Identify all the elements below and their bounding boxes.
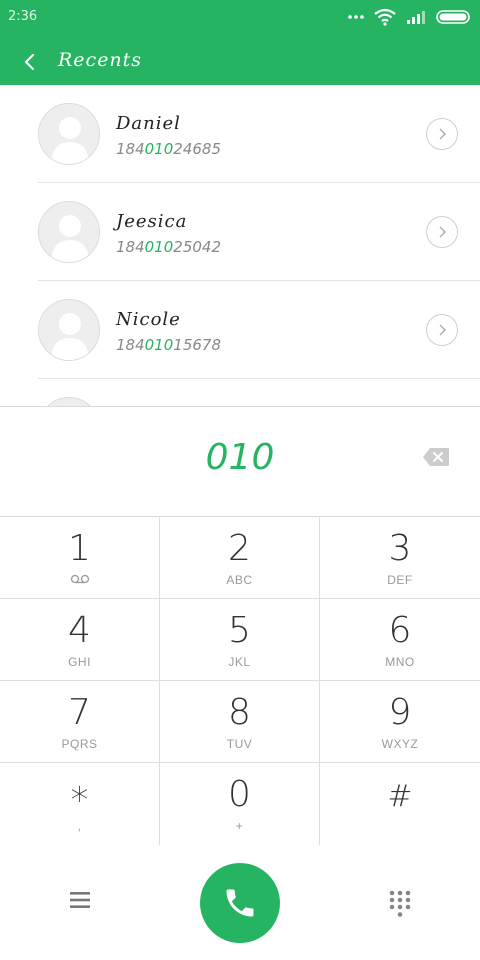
person-icon <box>51 215 89 262</box>
key-hash[interactable]: # <box>320 763 480 845</box>
contact-name: Jeesica <box>116 211 188 232</box>
avatar <box>38 299 100 361</box>
key-digit: 8 <box>228 692 251 733</box>
more-dots-icon <box>348 15 364 19</box>
contact-detail-button[interactable] <box>426 118 458 150</box>
chevron-right-icon <box>439 128 446 140</box>
avatar <box>38 201 100 263</box>
key-digit: 2 <box>228 528 251 569</box>
phone-icon <box>226 889 254 917</box>
key-letters: + <box>235 819 244 833</box>
keypad: 1 2 ABC 3 DEF 4 GHI 5 JKL 6 MNO 7 PQRS 8… <box>0 516 480 846</box>
contact-detail-button[interactable] <box>426 314 458 346</box>
app-header: 2:36 Recents <box>0 0 480 85</box>
contact-detail-button[interactable] <box>426 216 458 248</box>
key-digit: 9 <box>388 692 412 733</box>
key-9[interactable]: 9 WXYZ <box>320 681 480 763</box>
key-letters: TUV <box>226 737 253 751</box>
contact-name: Nicole <box>116 309 181 330</box>
status-bar: 2:36 <box>0 0 480 36</box>
key-digit: 0 <box>228 774 251 815</box>
key-letters: PQRS <box>61 737 98 751</box>
key-3[interactable]: 3 DEF <box>320 517 480 599</box>
contact-number: 18401015678 <box>116 336 221 354</box>
key-digit: # <box>387 779 413 814</box>
chevron-right-icon <box>439 324 446 336</box>
contact-number: 18401025042 <box>116 238 221 256</box>
key-0[interactable]: 0 + <box>160 763 320 845</box>
key-letters: , <box>77 819 82 833</box>
list-item[interactable]: Nicole 18401015678 <box>0 281 480 379</box>
menu-icon[interactable] <box>68 890 92 910</box>
key-letters: GHI <box>68 655 91 669</box>
status-time: 2:36 <box>8 9 38 24</box>
key-2[interactable]: 2 ABC <box>160 517 320 599</box>
wifi-icon <box>374 8 396 26</box>
page-title: Recents <box>58 49 143 71</box>
dial-input[interactable]: 010 <box>0 437 480 478</box>
number-match: 010 <box>144 238 174 256</box>
list-item[interactable]: Jeesica 18401025042 <box>0 183 480 281</box>
person-icon <box>51 117 89 164</box>
status-icons <box>348 6 472 28</box>
key-letters: JKL <box>228 655 251 669</box>
chevron-right-icon <box>439 226 446 238</box>
bottom-bar <box>0 846 480 960</box>
voicemail-icon <box>70 574 90 584</box>
key-digit: 1 <box>68 528 91 569</box>
key-letters: MNO <box>385 655 415 669</box>
signal-icon <box>407 11 425 24</box>
battery-icon <box>436 10 470 24</box>
key-letters: WXYZ <box>381 737 419 751</box>
key-digit: 6 <box>388 610 412 651</box>
key-digit: 7 <box>68 692 91 733</box>
number-match: 010 <box>144 140 174 158</box>
recents-list[interactable]: Daniel 18401024685 Jeesica 18401025042 N… <box>0 85 480 407</box>
key-digit: 5 <box>228 610 251 651</box>
avatar <box>38 103 100 165</box>
key-1[interactable]: 1 <box>0 517 160 599</box>
key-5[interactable]: 5 JKL <box>160 599 320 681</box>
call-button[interactable] <box>200 863 280 943</box>
key-letters: ABC <box>226 573 253 587</box>
backspace-icon[interactable] <box>422 447 450 467</box>
key-4[interactable]: 4 GHI <box>0 599 160 681</box>
contact-name: Daniel <box>116 113 181 134</box>
key-star[interactable]: * , <box>0 763 160 845</box>
key-7[interactable]: 7 PQRS <box>0 681 160 763</box>
number-match: 010 <box>144 336 174 354</box>
key-8[interactable]: 8 TUV <box>160 681 320 763</box>
nav-bar: Recents <box>0 40 480 85</box>
dial-display: 010 <box>0 407 480 516</box>
list-item[interactable] <box>0 379 480 407</box>
key-6[interactable]: 6 MNO <box>320 599 480 681</box>
key-letters: DEF <box>387 573 413 587</box>
list-item[interactable]: Daniel 18401024685 <box>0 85 480 183</box>
chevron-left-icon[interactable] <box>18 50 42 74</box>
key-digit: 4 <box>68 610 91 651</box>
key-digit: * <box>70 780 89 821</box>
dialpad-icon[interactable] <box>388 890 412 918</box>
person-icon <box>51 313 89 360</box>
key-digit: 3 <box>388 528 412 569</box>
contact-number: 18401024685 <box>116 140 221 158</box>
